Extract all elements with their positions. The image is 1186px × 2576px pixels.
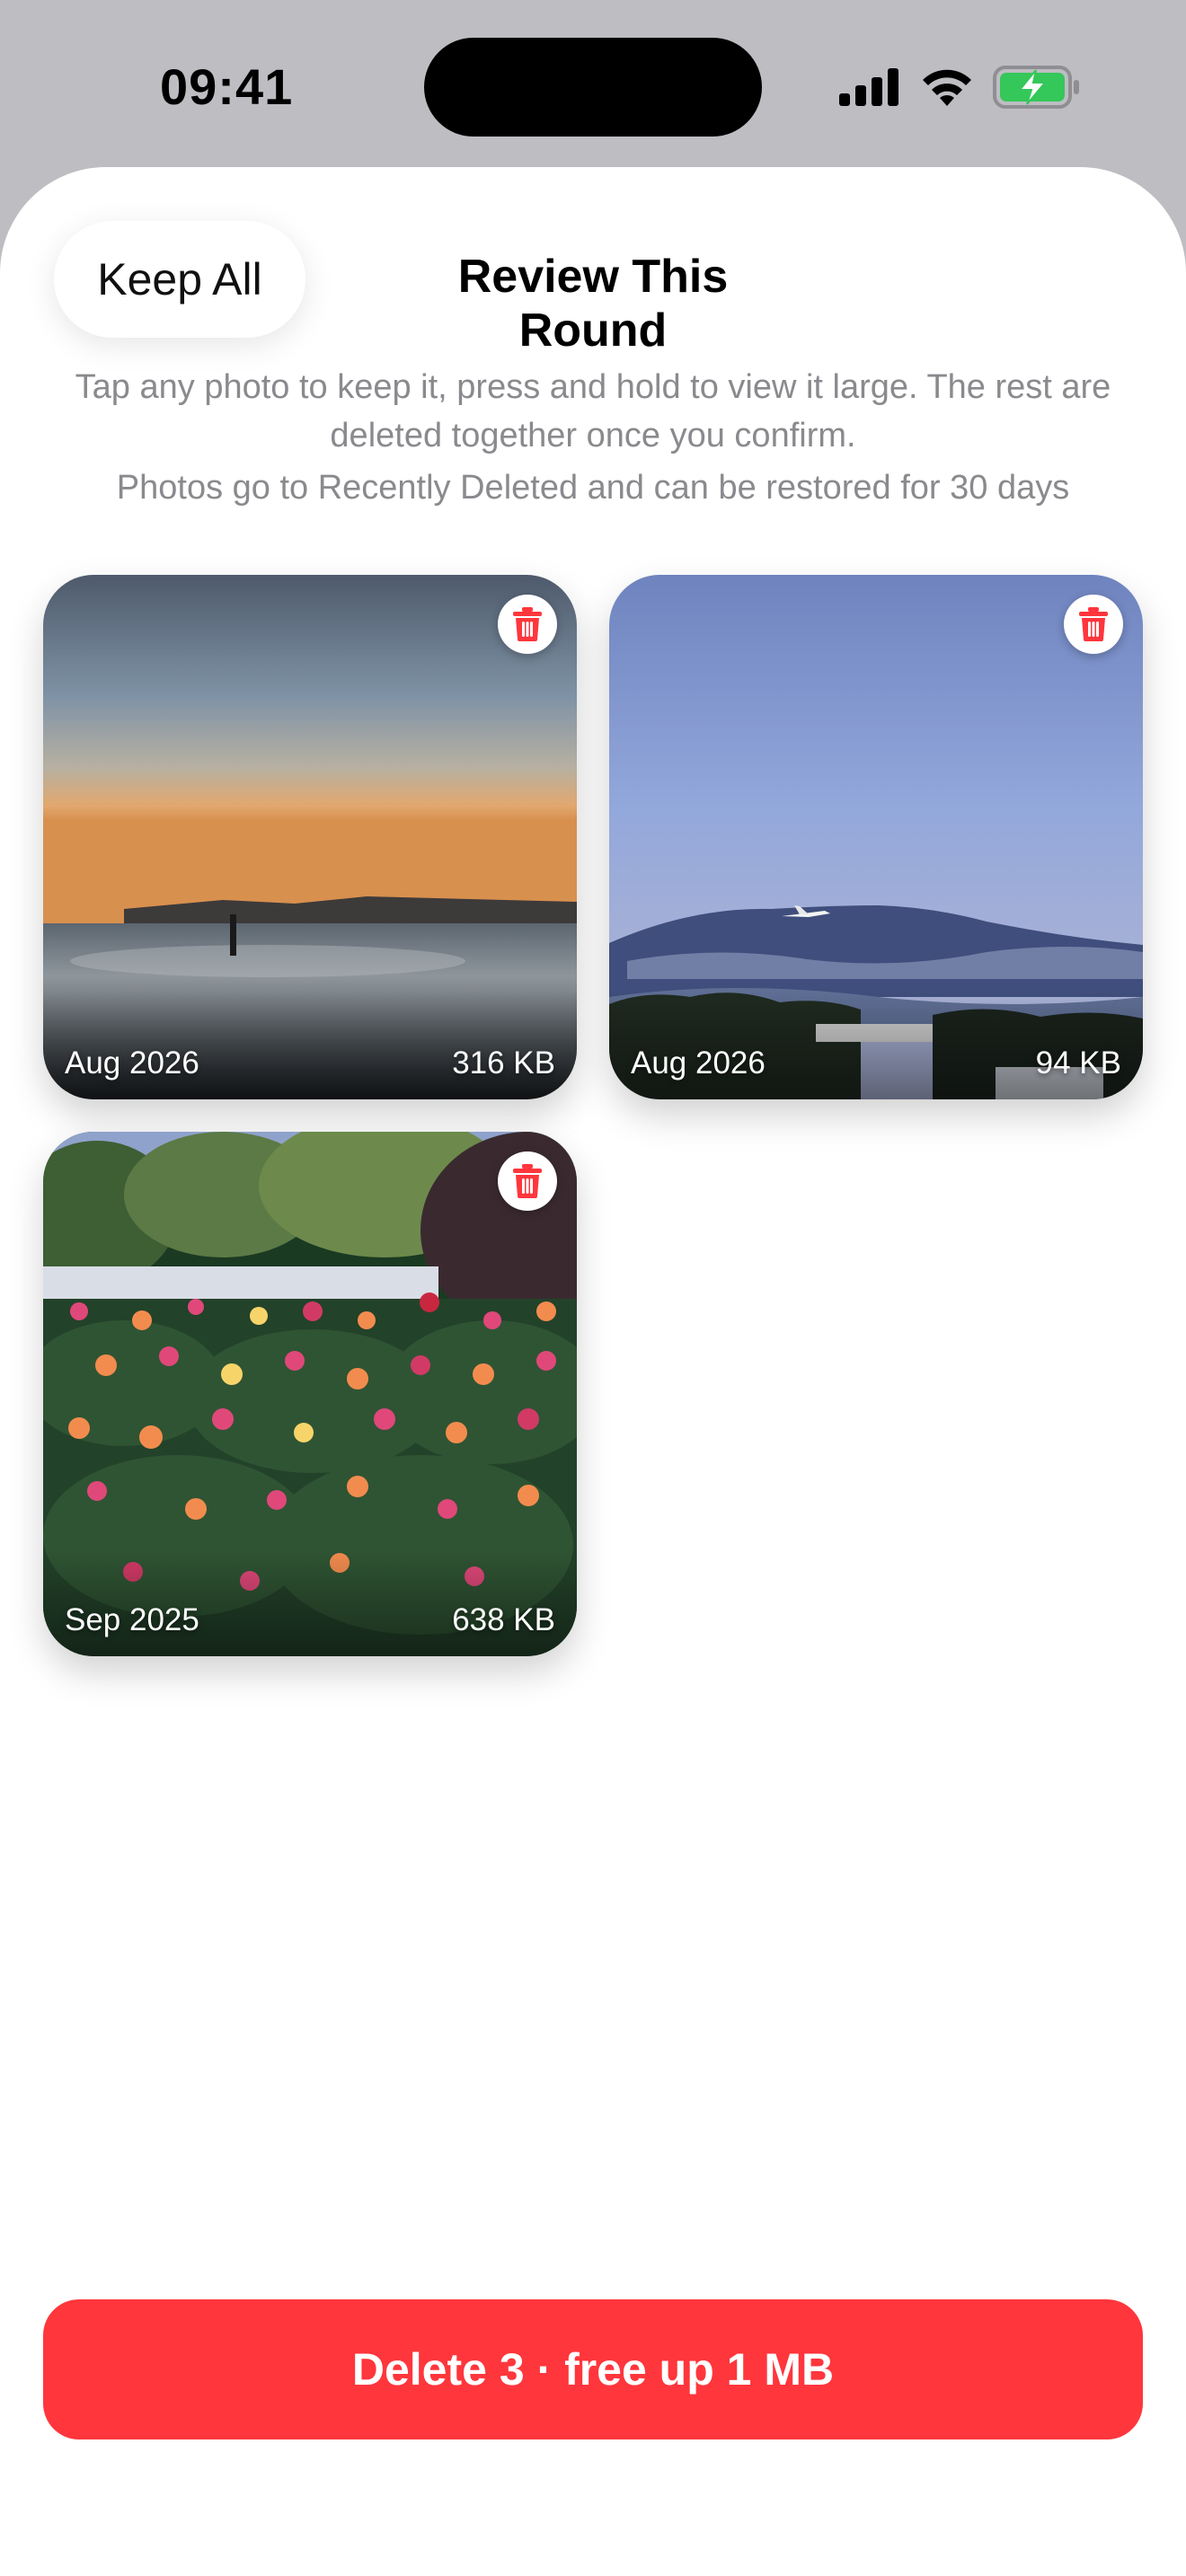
cellular-signal-icon	[839, 68, 898, 106]
restore-note: Photos go to Recently Deleted and can be…	[116, 469, 1070, 507]
delete-photo-button[interactable]	[498, 595, 557, 654]
photo-card[interactable]: Aug 2026 94 KB	[609, 575, 1143, 1099]
photo-card[interactable]: Sep 2025 638 KB	[43, 1132, 577, 1656]
battery-charging-icon	[993, 66, 1079, 109]
keep-all-button[interactable]: Keep All	[54, 221, 305, 338]
instructions: Tap any photo to keep it, press and hold…	[54, 363, 1132, 512]
status-time: 09:41	[160, 58, 294, 115]
photo-size: 638 KB	[452, 1602, 555, 1637]
instructions-text: Tap any photo to keep it, press and hold…	[75, 368, 1111, 454]
review-sheet: Keep All Review This Round Tap any photo…	[0, 167, 1186, 2576]
dynamic-island	[424, 38, 762, 137]
sheet-title: Review This Round	[457, 251, 729, 357]
delete-photo-button[interactable]	[1064, 595, 1123, 654]
photo-size: 94 KB	[1035, 1045, 1121, 1081]
trash-icon	[1079, 607, 1108, 641]
delete-photo-button[interactable]	[498, 1151, 557, 1211]
photo-grid: Aug 2026 316 KB Aug 2026 94 KB Sep 2025 …	[43, 575, 1143, 1832]
delete-confirm-button[interactable]: Delete 3 · free up 1 MB	[43, 2299, 1143, 2439]
trash-icon	[513, 607, 542, 641]
trash-icon	[513, 1164, 542, 1198]
photo-card[interactable]: Aug 2026 316 KB	[43, 575, 577, 1099]
photo-date: Aug 2026	[65, 1045, 199, 1081]
status-bar: 09:41	[0, 0, 1186, 167]
photo-size: 316 KB	[452, 1045, 555, 1081]
photo-date: Sep 2025	[65, 1602, 199, 1637]
wifi-icon	[923, 69, 971, 106]
status-icons	[839, 63, 1082, 111]
photo-date: Aug 2026	[631, 1045, 766, 1081]
